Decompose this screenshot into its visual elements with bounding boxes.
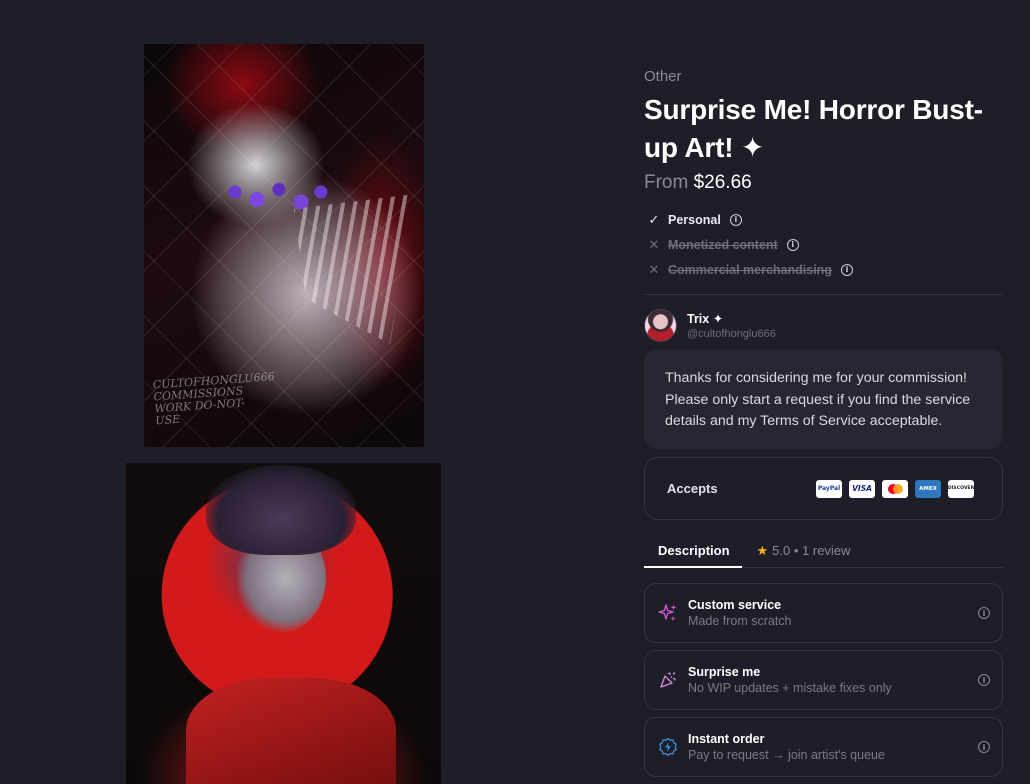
info-icon[interactable]: i — [978, 741, 990, 753]
artwork-hair — [206, 465, 356, 555]
feature-text: Instant order Pay to request → join arti… — [688, 731, 885, 763]
tab-reviews[interactable]: ★ 5.0 • 1 review — [757, 533, 851, 568]
accepts-label: Accepts — [667, 481, 718, 496]
feature-subtitle: Made from scratch — [688, 614, 792, 628]
artwork-image-2[interactable] — [126, 463, 441, 784]
feature-custom-service[interactable]: Custom service Made from scratch i — [644, 583, 1003, 643]
paypal-icon: PayPal — [816, 479, 842, 498]
feature-text: Custom service Made from scratch — [688, 597, 792, 629]
section-divider — [644, 294, 1003, 295]
license-label: Monetized content — [668, 237, 778, 252]
info-icon[interactable]: i — [978, 674, 990, 686]
artwork-watermark-text: CULTOFHONGLU666 COMMISSIONS WORK DO-NOT-… — [152, 370, 276, 428]
tab-bar: Description ★ 5.0 • 1 review — [644, 533, 1003, 568]
info-icon[interactable]: i — [840, 263, 853, 276]
price-amount: $26.66 — [693, 172, 752, 193]
avatar[interactable] — [644, 309, 677, 342]
payment-methods-card: Accepts PayPal VISA AMEX DISCOVER — [644, 457, 1003, 520]
feature-instant-order[interactable]: Instant order Pay to request → join arti… — [644, 717, 1003, 777]
info-icon[interactable]: i — [729, 213, 742, 226]
product-category[interactable]: Other — [644, 68, 682, 85]
lightning-badge-icon — [657, 736, 679, 758]
license-commercial-merchandising: ✕ Commercial merchandising i — [644, 257, 853, 282]
artwork-image-1[interactable]: CULTOFHONGLU666 COMMISSIONS WORK DO-NOT-… — [144, 44, 424, 447]
star-icon: ★ — [756, 543, 769, 558]
x-icon: ✕ — [648, 236, 660, 252]
feature-subtitle: Pay to request → join artist's queue — [688, 748, 885, 762]
check-icon: ✓ — [648, 211, 660, 227]
license-list: ✓ Personal i ✕ Monetized content i ✕ Com… — [644, 207, 853, 282]
feature-text: Surprise me No WIP updates + mistake fix… — [688, 664, 892, 696]
artist-name[interactable]: Trix ✦ — [687, 311, 776, 327]
artist-profile[interactable]: Trix ✦ @cultofhonglu666 — [644, 309, 776, 342]
feature-title: Instant order — [688, 732, 765, 746]
product-title: Surprise Me! Horror Bust-up Art! ✦ — [644, 94, 983, 163]
info-icon[interactable]: i — [978, 607, 990, 619]
mastercard-icon — [882, 479, 908, 498]
license-label: Personal — [668, 212, 721, 227]
feature-title: Custom service — [688, 598, 782, 612]
reviews-summary: 5.0 • 1 review — [772, 543, 851, 558]
artwork-collar — [186, 678, 396, 784]
sparkles-icon — [657, 602, 679, 624]
artist-message: Thanks for considering me for your commi… — [644, 349, 1003, 449]
price-prefix: From — [644, 172, 689, 193]
info-icon[interactable]: i — [786, 238, 799, 251]
feature-subtitle: No WIP updates + mistake fixes only — [688, 681, 892, 695]
artist-handle: @cultofhonglu666 — [687, 327, 776, 340]
party-popper-icon — [657, 669, 679, 691]
visa-icon: VISA — [849, 479, 875, 498]
discover-icon: DISCOVER — [948, 479, 974, 498]
feature-title: Surprise me — [688, 665, 761, 679]
feature-list: Custom service Made from scratch i Surpr… — [644, 583, 1003, 784]
payment-icons: PayPal VISA AMEX DISCOVER — [816, 479, 974, 498]
license-monetized-content: ✕ Monetized content i — [644, 232, 853, 257]
tab-description[interactable]: Description — [644, 533, 742, 568]
artist-info: Trix ✦ @cultofhonglu666 — [687, 311, 776, 341]
amex-icon: AMEX — [915, 479, 941, 498]
feature-surprise-me[interactable]: Surprise me No WIP updates + mistake fix… — [644, 650, 1003, 710]
x-icon: ✕ — [648, 261, 660, 277]
product-price: From $26.66 — [644, 172, 752, 194]
license-label: Commercial merchandising — [668, 262, 832, 277]
license-personal: ✓ Personal i — [644, 207, 853, 232]
